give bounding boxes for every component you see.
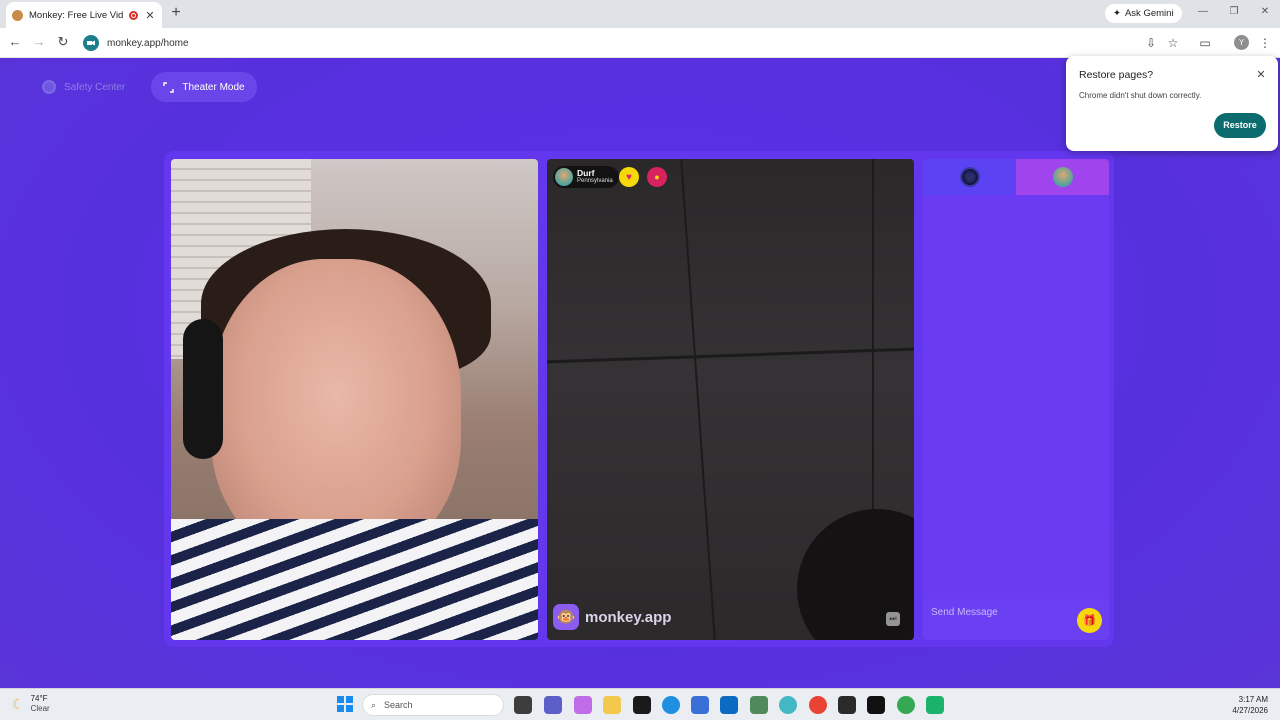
forward-button[interactable]: → bbox=[31, 34, 47, 50]
maximize-button[interactable]: ❐ bbox=[1227, 6, 1241, 17]
recording-icon bbox=[129, 10, 138, 20]
restore-close-button[interactable]: ✕ bbox=[1255, 68, 1267, 81]
remote-avatar bbox=[555, 168, 573, 186]
chrome-icon[interactable] bbox=[809, 696, 827, 714]
ask-gemini-label: Ask Gemini bbox=[1124, 8, 1174, 19]
monkey-badge-icon[interactable]: ● bbox=[647, 167, 667, 187]
restore-button[interactable]: Restore bbox=[1214, 113, 1266, 138]
chat-input-bar: Send Message 🎁 bbox=[923, 599, 1109, 640]
teams-icon[interactable] bbox=[544, 696, 562, 714]
window-close-button[interactable]: ✕ bbox=[1258, 6, 1272, 17]
theater-mode-button[interactable]: Theater Mode bbox=[151, 72, 257, 102]
local-video bbox=[171, 159, 538, 640]
restore-pages-popup: Restore pages? Chrome didn't shut down c… bbox=[1066, 56, 1278, 151]
weather-condition: Clear bbox=[30, 704, 50, 713]
user-avatar bbox=[959, 167, 980, 187]
chrome-menu-icon[interactable]: ⋮ bbox=[1257, 35, 1273, 51]
remote-user-badge[interactable]: Durf Pennsylvania bbox=[553, 166, 619, 188]
site-info-icon[interactable] bbox=[83, 35, 99, 51]
user-avatar bbox=[1052, 167, 1073, 187]
monkey-watermark: 🐵 monkey.app bbox=[553, 604, 671, 630]
outlook-icon[interactable] bbox=[720, 696, 738, 714]
gemini-sparkle-icon: ✦ bbox=[1113, 8, 1121, 19]
safety-center-label: Safety Center bbox=[64, 81, 126, 93]
remote-location: Pennsylvania bbox=[577, 178, 613, 184]
skip-icon[interactable]: ⏭ bbox=[886, 612, 900, 626]
headphones bbox=[183, 319, 223, 459]
face bbox=[211, 259, 461, 559]
vpn-icon[interactable] bbox=[750, 696, 768, 714]
capcut-icon[interactable] bbox=[838, 696, 856, 714]
shield-icon bbox=[42, 80, 56, 94]
chat-tab-1[interactable] bbox=[923, 159, 1016, 195]
windows-start-icon[interactable] bbox=[337, 696, 353, 712]
safety-center-button[interactable]: Safety Center bbox=[30, 72, 137, 102]
chat-panel: Send Message 🎁 bbox=[923, 159, 1109, 640]
search-icon: ⌕ bbox=[371, 699, 377, 710]
video-stage: Durf Pennsylvania ♥ ● 🐵 monkey.app ⏭ Sen… bbox=[164, 151, 1114, 647]
weather-widget[interactable]: ☾ 74°F Clear bbox=[12, 694, 50, 714]
browser-app-icon[interactable] bbox=[779, 696, 797, 714]
meet-icon[interactable] bbox=[926, 696, 944, 714]
taskbar-search[interactable]: ⌕ Search bbox=[362, 694, 504, 716]
reload-button[interactable]: ↻ bbox=[55, 34, 71, 50]
tab-close-button[interactable]: ✕ bbox=[144, 9, 156, 22]
clock-date: 4/27/2026 bbox=[1232, 706, 1268, 715]
store-icon[interactable] bbox=[691, 696, 709, 714]
ask-gemini-button[interactable]: ✦ Ask Gemini bbox=[1105, 4, 1182, 23]
media-app-icon[interactable] bbox=[867, 696, 885, 714]
minimize-button[interactable]: — bbox=[1196, 6, 1210, 17]
url-text: monkey.app/home bbox=[107, 37, 189, 49]
copilot-icon[interactable] bbox=[574, 696, 592, 714]
monkey-favicon-icon bbox=[12, 9, 23, 21]
brand-name: monkey.app bbox=[585, 608, 672, 626]
system-clock[interactable]: 3:17 AM 4/27/2026 bbox=[1220, 694, 1268, 716]
moon-icon: ☾ bbox=[12, 695, 25, 712]
new-tab-button[interactable]: + bbox=[169, 5, 183, 21]
gift-icon[interactable]: 🎁 bbox=[1077, 608, 1102, 633]
chat-tab-2[interactable] bbox=[1016, 159, 1109, 195]
chat-tabs bbox=[923, 159, 1109, 195]
task-view-icon[interactable] bbox=[514, 696, 532, 714]
restore-title: Restore pages? bbox=[1079, 69, 1154, 81]
heart-icon[interactable]: ♥ bbox=[619, 167, 639, 187]
browser-tab[interactable]: Monkey: Free Live Video Ch ✕ bbox=[6, 2, 162, 28]
browser-tabstrip: Monkey: Free Live Video Ch ✕ + ✦ Ask Gem… bbox=[0, 0, 1280, 28]
restore-message: Chrome didn't shut down correctly. bbox=[1079, 91, 1202, 100]
clock-time: 3:17 AM bbox=[1238, 695, 1268, 704]
striped-shirt bbox=[171, 519, 538, 640]
wall-seam bbox=[680, 159, 716, 640]
taskbar-search-label: Search bbox=[384, 700, 413, 710]
file-explorer-icon[interactable] bbox=[603, 696, 621, 714]
nvidia-icon[interactable] bbox=[633, 696, 651, 714]
tab-title: Monkey: Free Live Video Ch bbox=[29, 9, 123, 21]
windows-taskbar: ☾ 74°F Clear ⌕ Search 3:17 AM 4/27/2026 bbox=[0, 688, 1280, 720]
address-bar[interactable]: monkey.app/home bbox=[80, 31, 1140, 55]
reading-list-icon[interactable]: ▭ bbox=[1197, 35, 1213, 51]
browser-toolbar: ← → ↻ monkey.app/home ⇩ ☆ ▭ Y ⋮ bbox=[0, 28, 1280, 58]
chrome-profile-icon[interactable] bbox=[897, 696, 915, 714]
weather-temp: 74°F bbox=[30, 694, 48, 703]
profile-avatar[interactable]: Y bbox=[1234, 35, 1249, 50]
install-app-icon[interactable]: ⇩ bbox=[1143, 35, 1159, 51]
remote-video: Durf Pennsylvania ♥ ● 🐵 monkey.app ⏭ bbox=[547, 159, 914, 640]
edge-icon[interactable] bbox=[662, 696, 680, 714]
back-button[interactable]: ← bbox=[7, 34, 23, 50]
bookmark-star-icon[interactable]: ☆ bbox=[1165, 35, 1181, 51]
theater-mode-label: Theater Mode bbox=[182, 81, 245, 93]
expand-icon bbox=[163, 81, 175, 93]
monkey-logo-icon: 🐵 bbox=[553, 604, 579, 630]
send-message-input[interactable]: Send Message bbox=[931, 607, 998, 618]
wall-seam bbox=[547, 347, 914, 364]
remote-username: Durf bbox=[577, 168, 595, 178]
monkey-page: Safety Center Theater Mode Durf Pennsylv… bbox=[0, 58, 1280, 688]
